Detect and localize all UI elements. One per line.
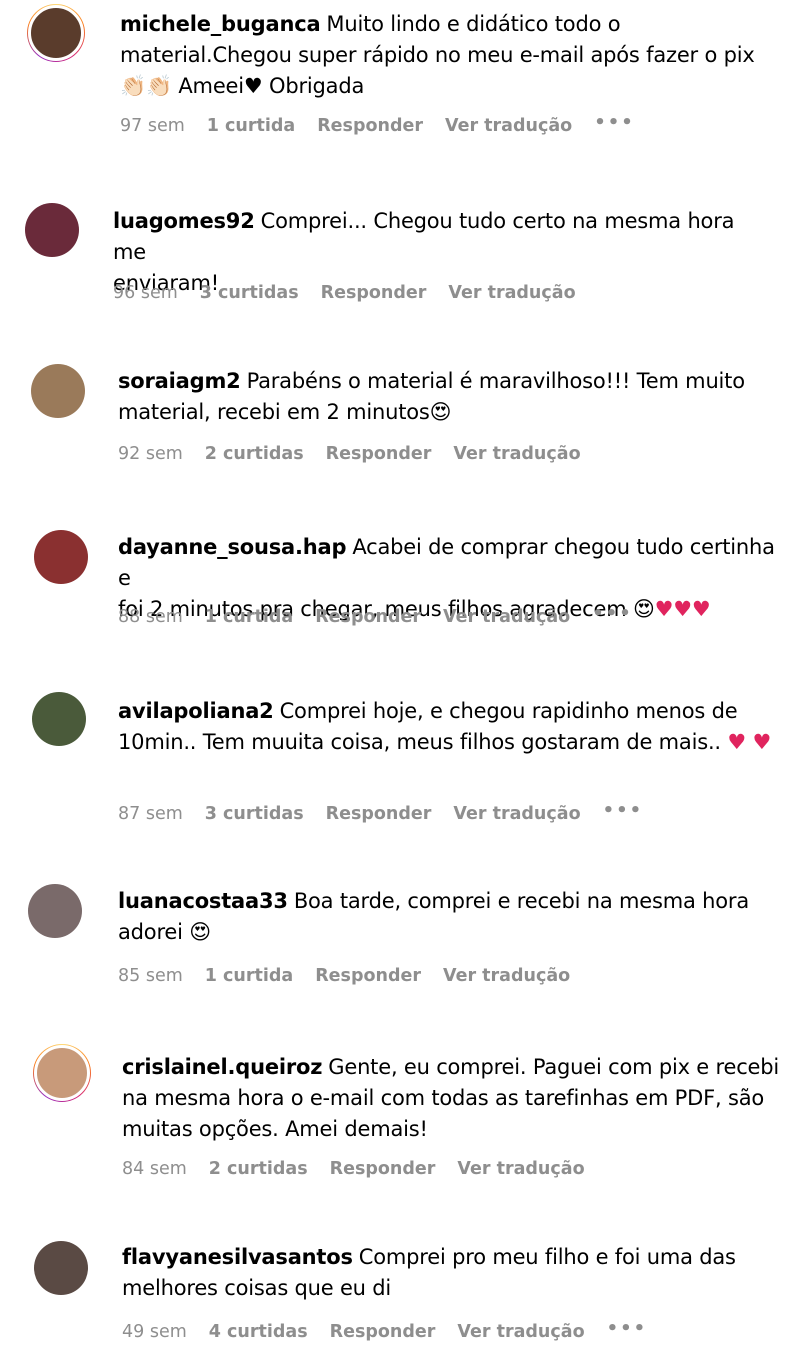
profile-picture: [34, 1241, 88, 1295]
heart-eyes-emoji: 😍: [189, 920, 211, 944]
profile-picture: [28, 884, 82, 938]
red-heart-emoji: ♥♥♥: [654, 597, 711, 621]
profile-picture: [25, 203, 79, 257]
timestamp: 85 sem: [118, 966, 183, 986]
likes-count[interactable]: 1 curtida: [205, 607, 293, 627]
comment-meta: 84 sem 2 curtidas Responder Ver tradução: [122, 1157, 607, 1181]
likes-count[interactable]: 3 curtidas: [200, 283, 299, 303]
clap-emoji: 👏🏻👏🏻: [120, 74, 172, 98]
avatar[interactable]: [32, 528, 90, 586]
reply-button[interactable]: Responder: [315, 966, 421, 986]
comment-body: luanacostaa33 Boa tarde, comprei e recebi…: [118, 886, 778, 948]
profile-picture: [31, 364, 85, 418]
comment-body: crislainel.queiroz Gente, eu comprei. Pag…: [122, 1052, 782, 1145]
username[interactable]: avilapoliana2: [118, 699, 274, 723]
username[interactable]: crislainel.queiroz: [122, 1055, 322, 1079]
reply-button[interactable]: Responder: [317, 116, 423, 136]
comment-meta: 92 sem 2 curtidas Responder Ver tradução: [118, 442, 603, 466]
likes-count[interactable]: 1 curtida: [207, 116, 295, 136]
more-options-icon[interactable]: •••: [592, 603, 633, 624]
comment-body: michele_buganca Muito lindo e didático to…: [120, 9, 780, 102]
avatar[interactable]: [32, 1239, 90, 1297]
avatar[interactable]: [23, 201, 81, 259]
black-heart-emoji: ♥: [243, 74, 263, 98]
likes-count[interactable]: 1 curtida: [205, 966, 293, 986]
translate-button[interactable]: Ver tradução: [453, 804, 580, 824]
likes-count[interactable]: 2 curtidas: [205, 444, 304, 464]
timestamp: 96 sem: [113, 283, 178, 303]
username[interactable]: dayanne_sousa.hap: [118, 535, 347, 559]
comment-meta: 88 sem 1 curtida Responder Ver tradução …: [118, 603, 655, 629]
timestamp: 97 sem: [120, 116, 185, 136]
username[interactable]: michele_buganca: [120, 12, 321, 36]
translate-button[interactable]: Ver tradução: [448, 283, 575, 303]
likes-count[interactable]: 4 curtidas: [209, 1322, 308, 1342]
more-options-icon[interactable]: •••: [603, 800, 644, 821]
username[interactable]: luagomes92: [113, 209, 255, 233]
heart-eyes-emoji: 😍: [429, 400, 452, 424]
translate-button[interactable]: Ver tradução: [445, 116, 572, 136]
comment-tail: Ameei: [178, 74, 244, 98]
comment-tail-2: Obrigada: [269, 74, 365, 98]
timestamp: 84 sem: [122, 1159, 187, 1179]
profile-picture: [28, 5, 84, 61]
red-heart-emoji: ♥ ♥: [727, 730, 772, 754]
avatar[interactable]: [33, 1044, 91, 1102]
timestamp: 92 sem: [118, 444, 183, 464]
reply-button[interactable]: Responder: [330, 1322, 436, 1342]
comment-body: avilapoliana2 Comprei hoje, e chegou rapi…: [118, 696, 778, 758]
likes-count[interactable]: 3 curtidas: [205, 804, 304, 824]
reply-button[interactable]: Responder: [321, 283, 427, 303]
translate-button[interactable]: Ver tradução: [457, 1322, 584, 1342]
reply-button[interactable]: Responder: [326, 804, 432, 824]
avatar[interactable]: [30, 690, 88, 748]
comment-meta: 85 sem 1 curtida Responder Ver tradução: [118, 964, 592, 988]
reply-button[interactable]: Responder: [315, 607, 421, 627]
comment-body: flavyanesilvasantos Comprei pro meu filho…: [122, 1242, 782, 1304]
comment-meta: 87 sem 3 curtidas Responder Ver tradução…: [118, 800, 665, 826]
comment-meta: 97 sem 1 curtida Responder Ver tradução …: [120, 112, 657, 138]
profile-picture: [34, 530, 88, 584]
timestamp: 87 sem: [118, 804, 183, 824]
profile-picture: [32, 692, 86, 746]
more-options-icon[interactable]: •••: [594, 112, 635, 133]
reply-button[interactable]: Responder: [326, 444, 432, 464]
avatar[interactable]: [29, 362, 87, 420]
avatar[interactable]: [27, 4, 85, 62]
translate-button[interactable]: Ver tradução: [457, 1159, 584, 1179]
translate-button[interactable]: Ver tradução: [443, 966, 570, 986]
username[interactable]: soraiagm2: [118, 369, 241, 393]
more-options-icon[interactable]: •••: [607, 1318, 648, 1339]
translate-button[interactable]: Ver tradução: [453, 444, 580, 464]
username[interactable]: luanacostaa33: [118, 889, 288, 913]
username[interactable]: flavyanesilvasantos: [122, 1245, 353, 1269]
reply-button[interactable]: Responder: [330, 1159, 436, 1179]
timestamp: 88 sem: [118, 607, 183, 627]
avatar[interactable]: [26, 882, 84, 940]
comment-body: soraiagm2 Parabéns o material é maravilho…: [118, 366, 778, 428]
likes-count[interactable]: 2 curtidas: [209, 1159, 308, 1179]
timestamp: 49 sem: [122, 1322, 187, 1342]
comment-meta: 49 sem 4 curtidas Responder Ver tradução…: [122, 1318, 669, 1344]
profile-picture: [34, 1045, 90, 1101]
translate-button[interactable]: Ver tradução: [443, 607, 570, 627]
comment-meta: 96 sem 3 curtidas Responder Ver tradução: [113, 281, 598, 305]
